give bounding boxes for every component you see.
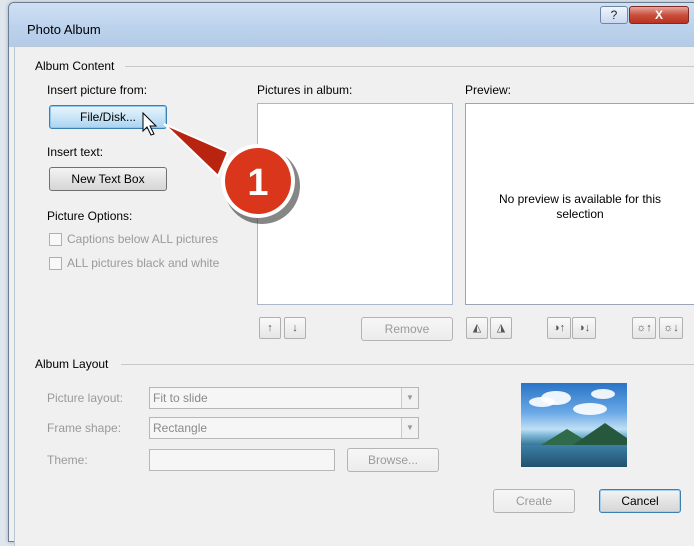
album-layout-divider <box>121 364 694 365</box>
album-content-group-label: Album Content <box>35 59 115 73</box>
dialog-title: Photo Album <box>27 22 101 37</box>
remove-button[interactable]: Remove <box>361 317 453 341</box>
picture-layout-value: Fit to slide <box>153 391 208 405</box>
theme-input[interactable] <box>149 449 335 471</box>
frame-shape-label: Frame shape: <box>47 421 122 435</box>
frame-shape-value: Rectangle <box>153 421 208 435</box>
black-white-checkbox[interactable] <box>49 257 62 270</box>
contrast-down-icon: ◑↓ <box>577 322 591 334</box>
rotate-right-button[interactable]: ◮ <box>490 317 512 339</box>
insert-picture-label: Insert picture from: <box>47 83 148 97</box>
preview-message: No preview is available for this selecti… <box>498 192 662 221</box>
theme-label: Theme: <box>47 453 88 467</box>
brightness-up-button[interactable]: ☼↑ <box>632 317 656 339</box>
captions-checkbox[interactable] <box>49 233 62 246</box>
move-up-button[interactable]: ↑ <box>259 317 281 339</box>
brightness-down-button[interactable]: ☼↓ <box>659 317 683 339</box>
pictures-in-album-list[interactable] <box>257 103 453 305</box>
brightness-up-icon: ☼↑ <box>636 322 652 334</box>
picture-options-label: Picture Options: <box>47 209 133 223</box>
album-content-divider <box>125 66 694 67</box>
cancel-button[interactable]: Cancel <box>599 489 681 513</box>
title-bar[interactable]: Photo Album ? X <box>9 3 694 47</box>
close-icon: X <box>654 8 663 22</box>
chevron-down-icon: ▼ <box>401 418 418 438</box>
rotate-left-button[interactable]: ◭ <box>466 317 488 339</box>
captions-checkbox-label: Captions below ALL pictures <box>67 232 218 246</box>
file-disk-button[interactable]: File/Disk... <box>49 105 167 129</box>
preview-pane: No preview is available for this selecti… <box>465 103 694 305</box>
frame-shape-dropdown[interactable]: Rectangle ▼ <box>149 417 419 439</box>
contrast-up-icon: ◑↑ <box>552 322 566 334</box>
rotate-left-icon: ◭ <box>472 322 482 334</box>
arrow-up-icon: ↑ <box>267 322 273 334</box>
black-white-checkbox-label: ALL pictures black and white <box>67 256 220 270</box>
chevron-down-icon: ▼ <box>401 388 418 408</box>
contrast-down-button[interactable]: ◑↓ <box>572 317 596 339</box>
rotate-right-icon: ◮ <box>496 322 506 334</box>
contrast-up-button[interactable]: ◑↑ <box>547 317 571 339</box>
new-text-box-button[interactable]: New Text Box <box>49 167 167 191</box>
pictures-in-album-label: Pictures in album: <box>257 83 353 97</box>
picture-layout-label: Picture layout: <box>47 391 124 405</box>
help-button[interactable]: ? <box>600 6 628 24</box>
close-button[interactable]: X <box>629 6 689 24</box>
insert-text-label: Insert text: <box>47 145 104 159</box>
brightness-down-icon: ☼↓ <box>663 322 679 334</box>
picture-layout-dropdown[interactable]: Fit to slide ▼ <box>149 387 419 409</box>
create-button[interactable]: Create <box>493 489 575 513</box>
arrow-down-icon: ↓ <box>292 322 298 334</box>
move-down-button[interactable]: ↓ <box>284 317 306 339</box>
album-layout-group-label: Album Layout <box>35 357 109 371</box>
preview-label: Preview: <box>465 83 512 97</box>
browse-button[interactable]: Browse... <box>347 448 439 472</box>
help-icon: ? <box>610 8 618 22</box>
dialog-body: Album Content Insert picture from: File/… <box>14 46 694 546</box>
layout-preview-thumbnail <box>521 383 627 467</box>
